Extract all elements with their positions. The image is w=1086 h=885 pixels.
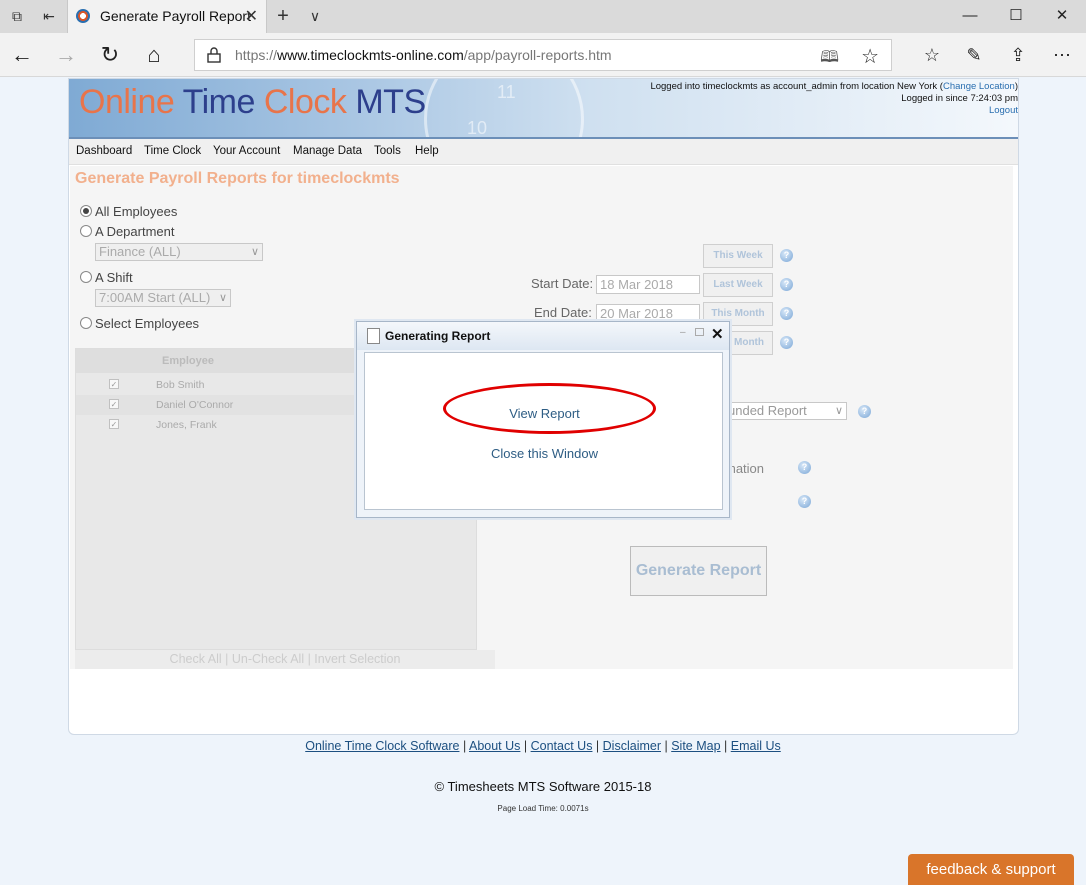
back-arrow-icon[interactable]: ←	[8, 41, 36, 69]
maximize-icon[interactable]: ☐	[1001, 4, 1031, 28]
tab-manager-icon[interactable]: ⧉	[6, 6, 28, 26]
clock-number: 10	[467, 118, 488, 138]
minimize-icon[interactable]: –	[680, 327, 686, 338]
new-tab-plus-icon[interactable]: +	[272, 6, 294, 26]
radio-all-employees[interactable]: All Employees	[80, 204, 177, 219]
radio-select-employees[interactable]: Select Employees	[80, 316, 199, 331]
star-icon[interactable]: ☆	[861, 44, 879, 69]
chevron-down-icon: ∨	[250, 246, 259, 258]
menu-time-clock[interactable]: Time Clock	[144, 145, 201, 157]
close-window-link[interactable]: Close this Window	[365, 446, 724, 461]
department-select[interactable]: Finance (ALL) ∨	[95, 243, 263, 261]
close-icon[interactable]: ✕	[711, 325, 724, 343]
browser-tab[interactable]: Generate Payroll Report ✕	[67, 0, 267, 33]
dialog-title: Generating Report	[385, 329, 491, 343]
chevron-down-icon: ∨	[218, 292, 227, 304]
help-icon[interactable]: ?	[798, 461, 811, 474]
menu-dashboard[interactable]: Dashboard	[76, 145, 132, 157]
footer-link-contact[interactable]: Contact Us	[531, 739, 593, 753]
chevron-down-icon: ∨	[834, 405, 843, 417]
page-load-time: Page Load Time: 0.0071s	[497, 804, 589, 813]
change-location-link[interactable]: Change Location	[943, 81, 1015, 92]
pen-icon[interactable]: ✎	[960, 42, 988, 68]
favorites-icon[interactable]: ☆	[918, 42, 946, 68]
radio-button[interactable]	[80, 271, 92, 283]
url-field[interactable]: https://www.timeclockmts-online.com/app/…	[194, 39, 892, 71]
radio-shift[interactable]: A Shift	[80, 270, 133, 285]
browser-address-bar: ← → ↻ ⌂ https://www.timeclockmts-online.…	[0, 33, 1086, 77]
login-since: Logged in since 7:24:03 pm	[901, 93, 1018, 104]
more-icon[interactable]: ⋯	[1048, 42, 1076, 68]
footer-link-software[interactable]: Online Time Clock Software	[305, 739, 459, 753]
start-date-input[interactable]: 18 Mar 2018	[596, 275, 700, 294]
employee-column-header: Employee	[162, 355, 214, 367]
employee-name: Jones, Frank	[156, 419, 217, 431]
url-text: https://www.timeclockmts-online.com/app/…	[235, 47, 612, 63]
feedback-support-button[interactable]: feedback & support	[908, 854, 1074, 885]
this-week-button[interactable]: This Week	[703, 244, 773, 268]
last-week-button[interactable]: Last Week	[703, 273, 773, 297]
close-tab-icon[interactable]: ✕	[245, 6, 258, 26]
chevron-down-icon[interactable]: ∨	[304, 6, 326, 26]
highlight-ellipse	[443, 383, 656, 434]
generate-report-button[interactable]: Generate Report	[630, 546, 767, 596]
logout-link[interactable]: Logout	[650, 105, 1018, 117]
footer-link-sitemap[interactable]: Site Map	[671, 739, 720, 753]
help-icon[interactable]: ?	[798, 495, 811, 508]
employee-checkbox[interactable]: ✓	[109, 379, 119, 389]
site-logo[interactable]: Online Time Clock MTS	[79, 83, 426, 122]
menu-your-account[interactable]: Your Account	[213, 145, 280, 157]
footer-link-email[interactable]: Email Us	[731, 739, 781, 753]
login-info: Logged into timeclockmts as account_admi…	[650, 81, 1018, 117]
refresh-icon[interactable]: ↻	[96, 41, 124, 69]
employee-checkbox[interactable]: ✓	[109, 399, 119, 409]
help-icon[interactable]: ?	[780, 278, 793, 291]
share-icon[interactable]: ⇪	[1004, 42, 1032, 68]
check-links[interactable]: Check All | Un-Check All | Invert Select…	[75, 650, 495, 669]
clock-graphic: 11 10	[424, 79, 584, 138]
employee-checkbox[interactable]: ✓	[109, 419, 119, 429]
site-banner: 11 10 Online Time Clock MTS Logged into …	[69, 79, 1018, 139]
clock-number: 11	[497, 82, 516, 102]
dialog-titlebar[interactable]: Generating Report – ✕	[357, 322, 729, 350]
footer-link-about[interactable]: About Us	[469, 739, 520, 753]
radio-button[interactable]	[80, 225, 92, 237]
help-icon[interactable]: ?	[780, 336, 793, 349]
footer-link-disclaimer[interactable]: Disclaimer	[603, 739, 661, 753]
maximize-icon[interactable]	[695, 328, 704, 336]
copyright: © Timesheets MTS Software 2015-18	[434, 779, 652, 794]
window-close-icon[interactable]: ✕	[1047, 4, 1077, 28]
include-information-option: mation	[725, 461, 765, 476]
help-icon[interactable]: ?	[780, 249, 793, 262]
browser-tab-bar: ⧉ ⇤ Generate Payroll Report ✕ + ∨ — ☐ ✕	[0, 0, 1086, 33]
home-icon[interactable]: ⌂	[140, 41, 168, 69]
end-date-label: End Date:	[534, 305, 592, 320]
help-icon[interactable]: ?	[858, 405, 871, 418]
site-favicon-icon	[76, 9, 90, 23]
employee-name: Bob Smith	[156, 379, 205, 391]
shift-select[interactable]: 7:00AM Start (ALL) ∨	[95, 289, 231, 307]
menu-manage-data[interactable]: Manage Data	[293, 145, 362, 157]
menu-help[interactable]: Help	[415, 145, 439, 157]
document-icon	[367, 328, 380, 344]
employee-name: Daniel O'Connor	[156, 399, 234, 411]
help-icon[interactable]: ?	[780, 307, 793, 320]
main-menu: Dashboard Time Clock Your Account Manage…	[69, 139, 1018, 165]
start-date-label: Start Date:	[531, 276, 594, 291]
footer-links: Online Time Clock Software | About Us | …	[305, 739, 781, 753]
minimize-icon[interactable]: —	[955, 4, 985, 28]
radio-button[interactable]	[80, 205, 92, 217]
radio-department[interactable]: A Department	[80, 224, 175, 239]
reading-view-icon[interactable]: 🕮	[820, 46, 839, 73]
tab-title: Generate Payroll Report	[100, 8, 251, 24]
page-title: Generate Payroll Reports for timeclockmt…	[75, 170, 400, 187]
forward-arrow-icon[interactable]: →	[52, 41, 80, 69]
radio-button[interactable]	[80, 317, 92, 329]
back-tabs-icon[interactable]: ⇤	[38, 6, 60, 26]
lock-icon	[207, 47, 221, 63]
menu-tools[interactable]: Tools	[374, 145, 401, 157]
report-type-select[interactable]: unded Report ∨	[725, 402, 847, 420]
